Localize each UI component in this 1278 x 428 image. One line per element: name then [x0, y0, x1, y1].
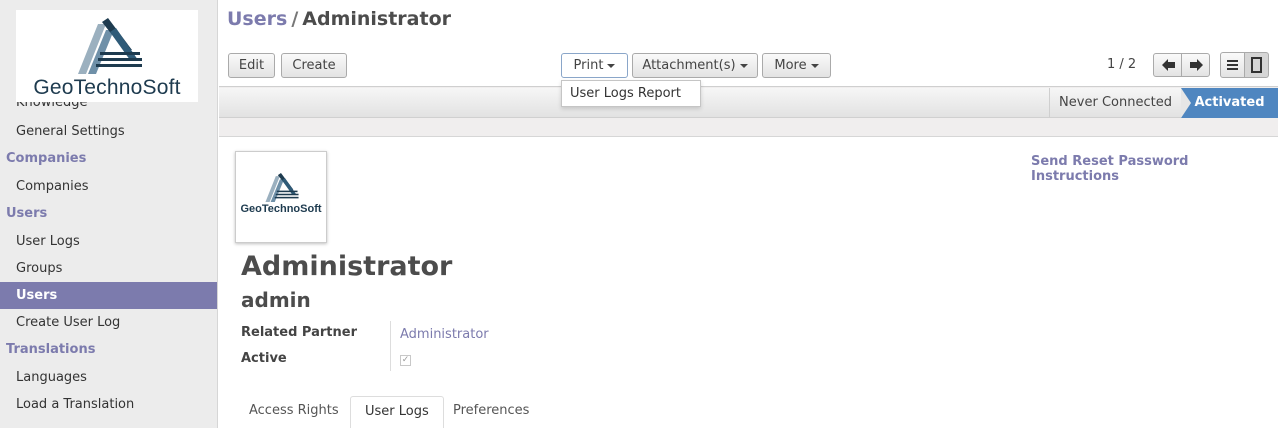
status-activated-label: Activated [1194, 95, 1265, 110]
sidebar-item-groups[interactable]: Groups [0, 255, 217, 282]
arrow-right-icon [1190, 59, 1203, 71]
sidebar-header-translations: Translations [6, 342, 96, 357]
field-separator [390, 321, 391, 371]
form-sheet: GeoTechnoSoft Send Reset Password Instru… [219, 136, 1278, 428]
more-button-label: More [774, 58, 807, 73]
breadcrumb: Users / Administrator [227, 8, 451, 30]
active-checkbox[interactable]: ✓ [400, 355, 411, 366]
active-label: Active [241, 351, 287, 366]
user-login[interactable]: admin [241, 288, 311, 312]
related-partner-label: Related Partner [241, 325, 357, 340]
breadcrumb-parent-link[interactable]: Users [227, 8, 287, 30]
form-view-icon [1251, 57, 1262, 73]
tab-preferences[interactable]: Preferences [439, 396, 543, 428]
sidebar-item-general-settings[interactable]: General Settings [0, 118, 217, 145]
edit-button[interactable]: Edit [228, 53, 275, 78]
avatar[interactable]: GeoTechnoSoft [235, 151, 327, 243]
print-button-label: Print [573, 58, 604, 73]
create-button-label: Create [292, 58, 336, 73]
control-panel: Users / Administrator Edit Create Print At… [219, 0, 1278, 87]
user-name[interactable]: Administrator [241, 251, 452, 282]
caret-down-icon [607, 63, 616, 68]
sidebar: Knowledge General Settings Companies Com… [0, 0, 218, 428]
print-dropdown-menu: User Logs Report [561, 80, 701, 107]
form-view-button[interactable] [1244, 52, 1269, 78]
tab-access-rights[interactable]: Access Rights [235, 396, 353, 428]
main-content: Users / Administrator Edit Create Print At… [219, 0, 1278, 428]
avatar-logo-icon [265, 173, 299, 202]
caret-down-icon [810, 63, 819, 68]
sidebar-menu: Knowledge General Settings Companies Com… [0, 95, 217, 418]
status-activated[interactable]: Activated [1181, 88, 1278, 118]
send-reset-password-link[interactable]: Send Reset Password Instructions [1031, 154, 1278, 184]
related-partner-link[interactable]: Administrator [400, 327, 489, 342]
arrow-left-icon [1162, 59, 1175, 71]
print-button[interactable]: Print [561, 53, 628, 78]
print-menu-item-user-logs-report[interactable]: User Logs Report [562, 81, 700, 106]
pager-value[interactable]: 1 / 2 [1107, 57, 1136, 72]
caret-down-icon [739, 63, 748, 68]
checkmark-icon: ✓ [401, 355, 410, 365]
sidebar-item-create-user-log[interactable]: Create User Log [0, 309, 217, 336]
pager-next-button[interactable] [1181, 53, 1210, 77]
list-view-icon [1227, 60, 1238, 70]
sidebar-item-languages[interactable]: Languages [0, 364, 217, 391]
list-view-button[interactable] [1220, 52, 1245, 78]
statusbar: Never Connected Activated [219, 88, 1278, 118]
company-logo[interactable]: GeoTechnoSoft [16, 10, 198, 102]
more-button[interactable]: More [762, 53, 831, 78]
create-button[interactable]: Create [281, 53, 347, 78]
sidebar-item-user-logs[interactable]: User Logs [0, 228, 217, 255]
breadcrumb-current: Administrator [302, 8, 452, 30]
status-never-connected[interactable]: Never Connected [1049, 88, 1181, 118]
attachments-button[interactable]: Attachment(s) [632, 53, 758, 78]
sidebar-header-users: Users [6, 206, 48, 221]
sidebar-item-load-translation[interactable]: Load a Translation [0, 391, 217, 418]
logo-text: GeoTechnoSoft [33, 76, 181, 99]
sidebar-item-companies[interactable]: Companies [0, 173, 217, 200]
sidebar-header-companies: Companies [6, 151, 87, 166]
attachments-button-label: Attachment(s) [642, 58, 736, 73]
sidebar-item-users[interactable]: Users [0, 282, 217, 309]
breadcrumb-separator: / [291, 8, 299, 30]
edit-button-label: Edit [238, 58, 265, 73]
form-tabs: Access Rights User Logs Preferences [219, 394, 1278, 428]
pager-previous-button[interactable] [1153, 53, 1182, 77]
tab-user-logs[interactable]: User Logs [350, 396, 444, 428]
logo-mark-icon [78, 18, 142, 74]
avatar-text: GeoTechnoSoft [240, 203, 322, 215]
